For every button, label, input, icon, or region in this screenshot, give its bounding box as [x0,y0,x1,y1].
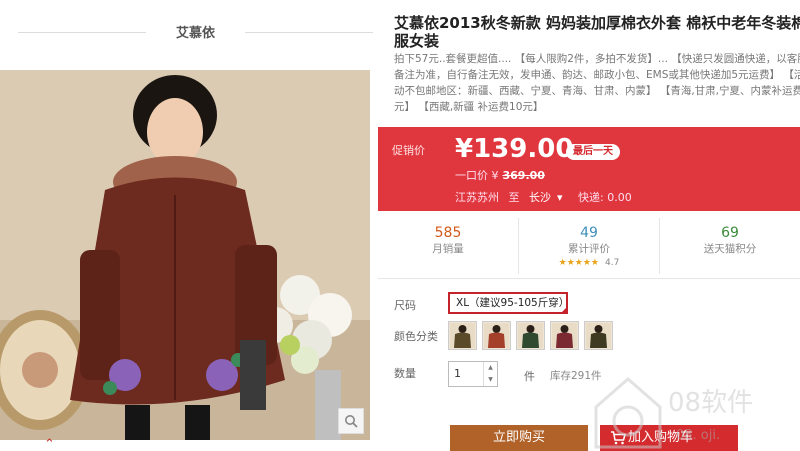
color-swatch-dark-olive[interactable] [584,321,613,350]
color-swatch-green[interactable] [516,321,545,350]
original-price-label: 一口价 ¥ [455,169,499,182]
ship-to-value: 长沙 [529,191,551,204]
shop-header: 艾慕依 [18,22,373,42]
color-swatch-brown-red[interactable] [482,321,511,350]
price-panel: 促销价 ¥139.00 最后一天 一口价 ¥369.00 江苏苏州 至 长沙 ▾ … [378,127,800,211]
monthly-sales: 585 月销量 [378,218,519,274]
color-swatch-olive[interactable] [448,321,477,350]
chevron-up-icon[interactable]: ⌃ [44,438,55,451]
quantity-label: 数量 [394,367,416,380]
magnifier-icon [345,415,358,428]
price-label: 促销价 [392,144,425,157]
monthly-sales-value: 585 [434,225,462,241]
tmall-points: 69 送天猫积分 [660,218,800,274]
shipping-fee: 快递: 0.00 [578,191,632,204]
product-description: 拍下57元..套餐更超值.... 【每人限购2件，多拍不发货】... 【快递只发… [394,53,800,113]
color-swatch-wine[interactable] [550,321,579,350]
rating-stars: ★★★★★ 4.7 [519,257,659,269]
ship-to-select[interactable]: 长沙 ▾ [529,191,569,204]
zoom-button[interactable] [338,408,364,434]
product-photo-illustration [0,70,370,440]
rating-value: 4.7 [605,258,620,268]
buy-now-button[interactable]: 立即购买 [450,425,588,451]
product-title: 艾慕依2013秋冬新款 妈妈装加厚棉衣外套 棉袄中老年冬装棉服女装 [394,14,800,50]
color-label: 颜色分类 [394,330,438,343]
promo-price: ¥139.00 [455,134,574,164]
tmall-points-label: 送天猫积分 [703,243,757,255]
size-option-text: XL（建议95-105斤穿） [456,297,570,309]
cart-icon [611,431,626,445]
product-gallery: 艾慕依 ⌃ [0,0,378,451]
add-to-cart-label: 加入购物车 [628,430,694,445]
reviews-count: 49 [580,225,598,241]
product-image[interactable] [0,70,370,440]
divider [378,278,800,279]
add-to-cart-button[interactable]: 加入购物车 [600,425,738,451]
original-price-value: 369.00 [502,169,545,182]
selected-check-icon [560,306,568,314]
quantity-stepper[interactable]: ▲ ▼ [483,362,497,386]
increment-icon[interactable]: ▲ [484,362,497,374]
reviews[interactable]: 49 累计评价 ★★★★★ 4.7 [519,218,660,274]
monthly-sales-label: 月销量 [432,243,464,255]
decrement-icon[interactable]: ▼ [484,374,497,386]
swatch-thumbnail [518,323,543,348]
size-label: 尺码 [394,299,416,312]
divider [245,32,373,33]
chevron-down-icon: ▾ [557,191,563,204]
stock-count: 库存291件 [550,370,602,382]
size-option-xl[interactable]: XL（建议95-105斤穿） [448,292,570,314]
color-swatches [448,321,613,350]
shipping-info: 江苏苏州 至 长沙 ▾ 快递: 0.00 [455,189,638,205]
sales-stats: 585 月销量 49 累计评价 ★★★★★ 4.7 69 送天猫积分 [378,218,800,274]
star-icons: ★★★★★ [558,258,599,268]
last-day-badge: 最后一天 [566,144,620,160]
ship-from: 江苏苏州 [455,191,499,204]
original-price: 一口价 ¥369.00 [455,167,545,183]
ship-to-label: 至 [508,191,520,204]
swatch-thumbnail [484,323,509,348]
reviews-label: 累计评价 [568,243,610,255]
tmall-points-value: 69 [721,225,739,241]
quantity-unit: 件 [524,370,535,383]
swatch-thumbnail [552,323,577,348]
swatch-thumbnail [586,323,611,348]
product-info: 艾慕依2013秋冬新款 妈妈装加厚棉衣外套 棉袄中老年冬装棉服女装 拍下57元.… [378,0,800,451]
swatch-thumbnail [450,323,475,348]
watermark-brand: 08软件 [668,388,753,418]
